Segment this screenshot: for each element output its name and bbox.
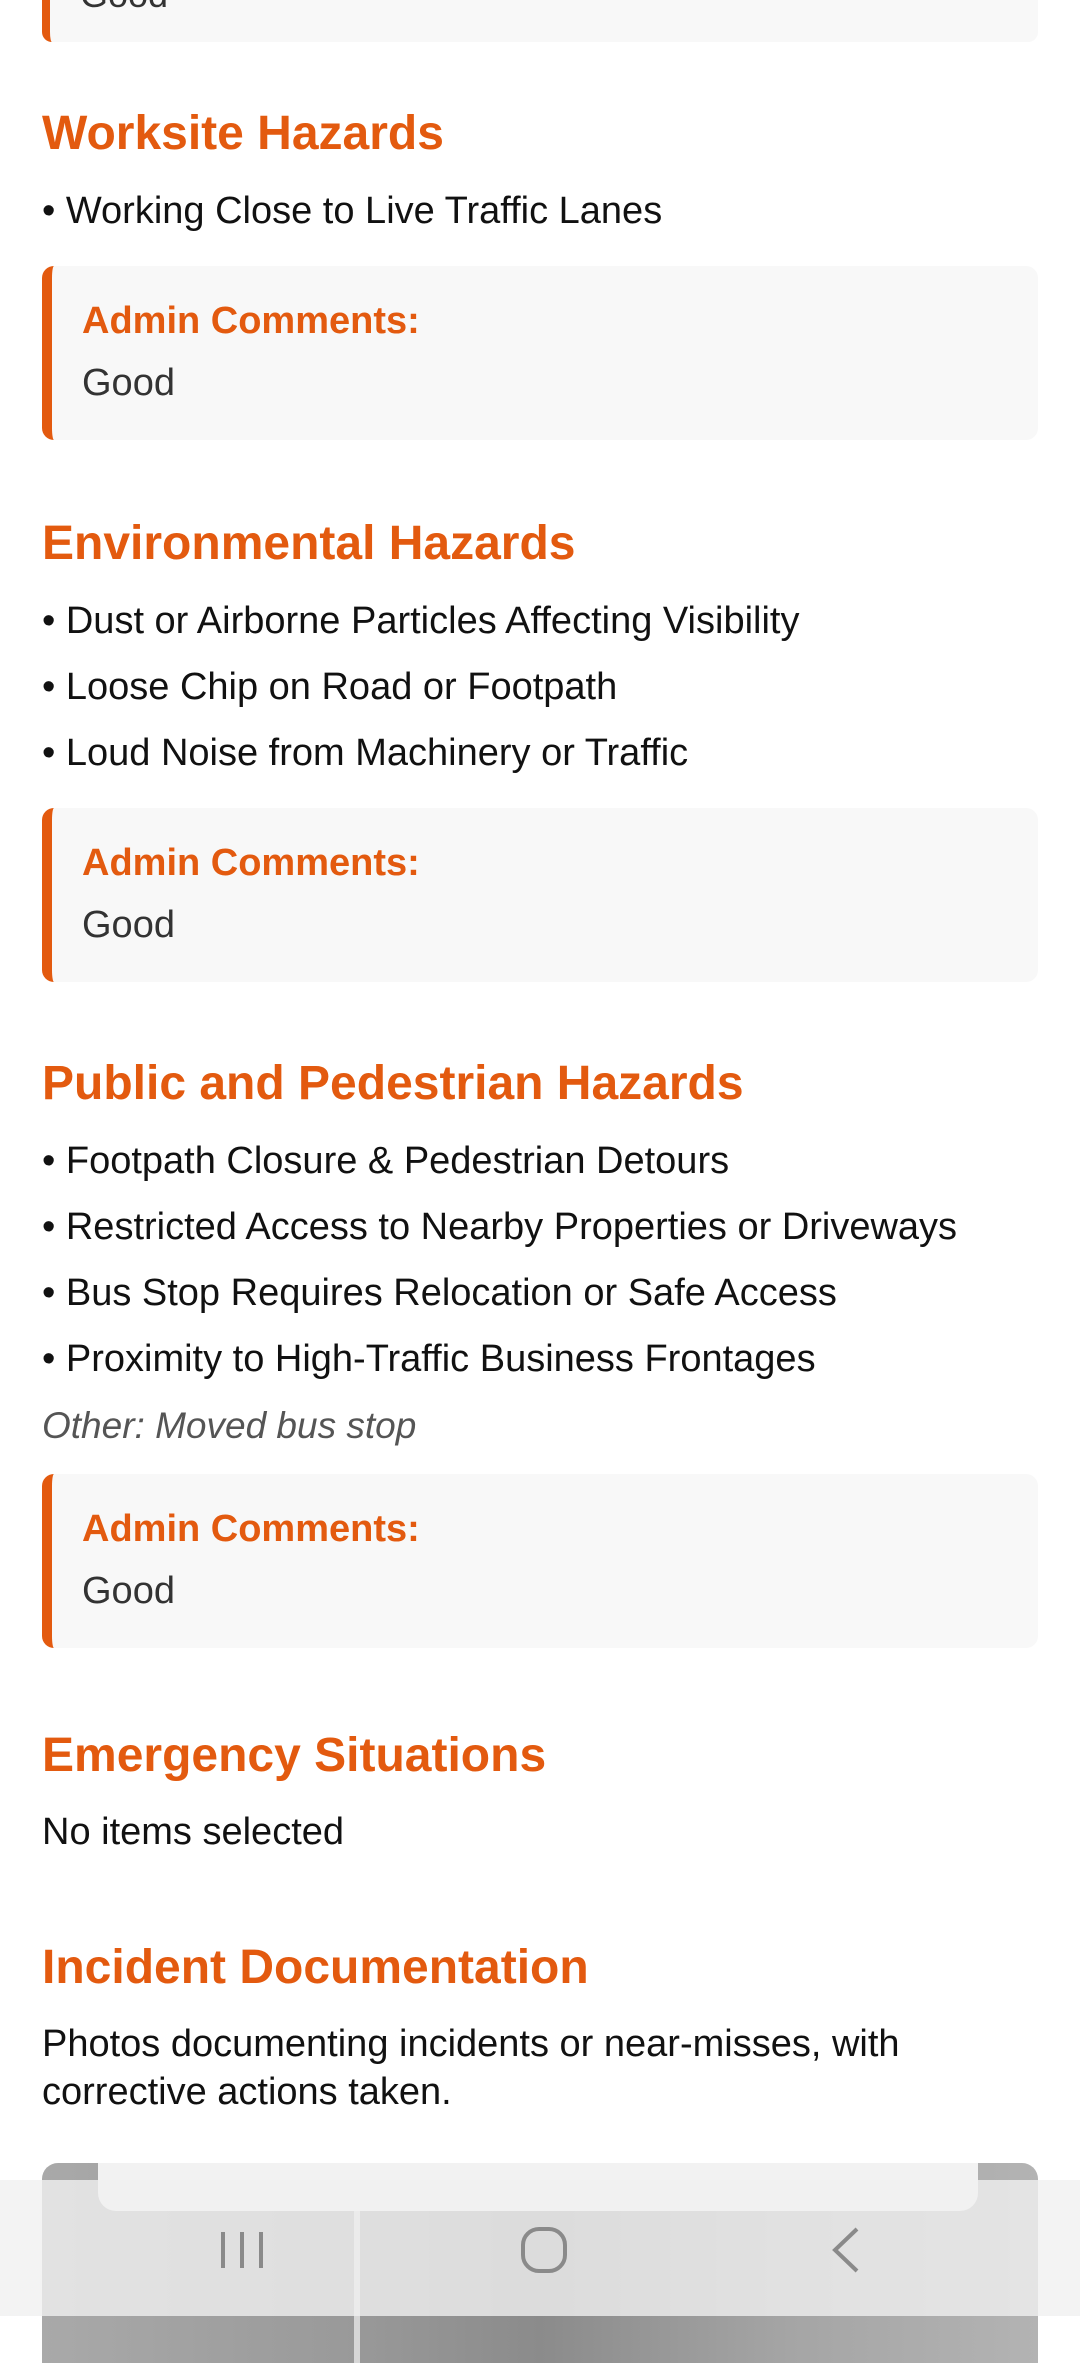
public-pedestrian-hazards-section: Public and Pedestrian Hazards • Footpath… [42,1056,1038,1648]
section-title: Worksite Hazards [42,107,444,160]
list-item: • Working Close to Live Traffic Lanes [42,190,663,232]
home-icon[interactable] [504,2210,584,2290]
admin-comment-label: Admin Comments: [82,1508,420,1550]
worksite-hazards-section: Worksite Hazards • Working Close to Live… [42,106,1038,440]
incident-documentation-section: Incident Documentation Photos documentin… [42,1940,1038,2116]
admin-comment-label: Admin Comments: [82,300,420,342]
other-note: Other: Moved bus stop [42,1405,417,1446]
list-item: • Restricted Access to Nearby Properties… [42,1206,958,1248]
list-item: • Proximity to High-Traffic Business Fro… [42,1338,816,1380]
system-navigation-bar [0,2180,1080,2316]
admin-comment-value: Good [82,1570,175,1612]
admin-comment-value: Good [82,904,175,946]
emergency-situations-section: Emergency Situations No items selected [42,1728,1038,1856]
section-title: Emergency Situations [42,1729,547,1782]
admin-comment-value: Good [82,362,175,404]
list-item: • Loose Chip on Road or Footpath [42,666,618,708]
previous-comment-card: Good [42,0,1038,42]
section-title: Public and Pedestrian Hazards [42,1057,744,1110]
recents-icon[interactable] [202,2210,282,2290]
admin-comment-card: Admin Comments: Good [42,1474,1038,1648]
back-icon[interactable] [806,2210,886,2290]
section-title: Incident Documentation [42,1941,589,1994]
list-item: • Footpath Closure & Pedestrian Detours [42,1140,730,1182]
admin-comment-card: Admin Comments: Good [42,266,1038,440]
list-item: • Bus Stop Requires Relocation or Safe A… [42,1272,837,1314]
admin-comment-label: Admin Comments: [82,842,420,884]
section-title: Environmental Hazards [42,517,576,570]
list-item: • Dust or Airborne Particles Affecting V… [42,600,800,642]
admin-comment-card: Admin Comments: Good [42,808,1038,982]
previous-comment-value: Good [80,0,168,16]
section-description: Photos documenting incidents or near-mis… [42,2023,900,2113]
environmental-hazards-section: Environmental Hazards • Dust or Airborne… [42,516,1038,982]
list-item: • Loud Noise from Machinery or Traffic [42,732,689,774]
empty-state-text: No items selected [42,1811,345,1853]
